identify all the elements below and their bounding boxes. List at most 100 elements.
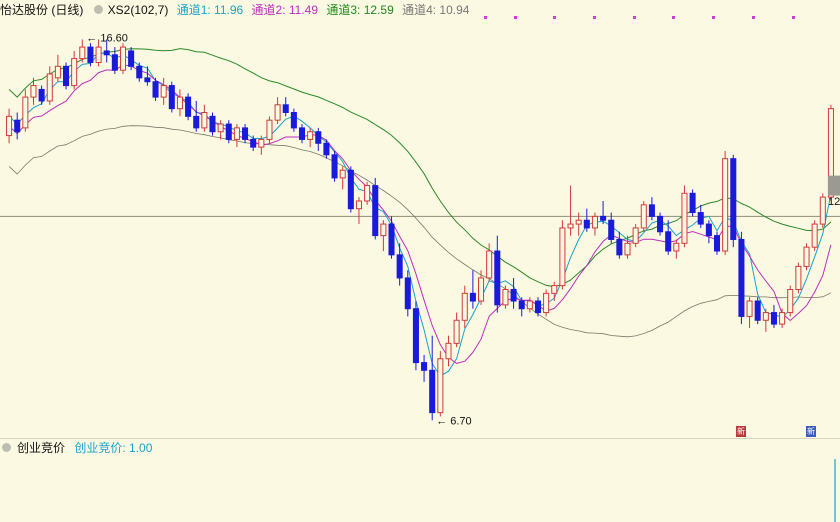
candle-up[interactable] [673, 242, 680, 252]
candle-down[interactable] [770, 312, 777, 325]
candle-down[interactable] [657, 215, 664, 233]
candle-down[interactable] [168, 85, 175, 110]
candle-down[interactable] [421, 362, 428, 371]
candle-up[interactable] [551, 285, 558, 294]
candle-up[interactable] [22, 96, 29, 129]
candle-down[interactable] [144, 77, 151, 83]
candle-up[interactable] [307, 131, 314, 140]
candle-up[interactable] [779, 312, 786, 325]
candle-up[interactable] [71, 58, 78, 87]
candle-down[interactable] [600, 215, 607, 221]
candle-down[interactable] [38, 88, 45, 102]
candle-up[interactable] [266, 119, 273, 140]
candle-down[interactable] [616, 238, 623, 256]
candle-up[interactable] [795, 265, 802, 290]
candle-down[interactable] [738, 238, 745, 317]
candle-down[interactable] [87, 46, 94, 63]
event-marker[interactable] [484, 16, 487, 19]
candle-up[interactable] [437, 358, 444, 414]
candle-up[interactable] [339, 169, 346, 179]
candle-down[interactable] [331, 154, 338, 179]
candle-down[interactable] [193, 115, 200, 129]
candle-down[interactable] [128, 50, 135, 67]
candle-down[interactable] [697, 212, 704, 225]
candle-up[interactable] [274, 104, 281, 121]
candle-down[interactable] [388, 223, 395, 256]
candle-up[interactable] [575, 219, 582, 225]
event-marker[interactable] [593, 16, 596, 19]
candle-up[interactable] [502, 288, 509, 306]
candle-up[interactable] [176, 96, 183, 110]
candle-up[interactable] [722, 158, 729, 252]
candle-up[interactable] [258, 138, 265, 148]
candle-down[interactable] [209, 115, 216, 133]
candle-down[interactable] [347, 169, 354, 210]
candle-down[interactable] [705, 223, 712, 237]
candle-down[interactable] [648, 204, 655, 217]
candle-down[interactable] [250, 138, 257, 148]
candle-up[interactable] [486, 250, 493, 279]
candle-up[interactable] [233, 127, 240, 140]
candle-down[interactable] [185, 96, 192, 117]
candle-up[interactable] [681, 192, 688, 244]
candle-down[interactable] [152, 81, 159, 98]
candle-up[interactable] [526, 300, 533, 310]
candle-down[interactable] [225, 123, 232, 140]
candle-down[interactable] [689, 192, 696, 214]
event-marker[interactable] [514, 16, 517, 19]
settings-circle-icon[interactable] [93, 5, 103, 15]
stock-title[interactable]: 怡达股份 (日线) [0, 3, 83, 17]
candle-down[interactable] [518, 300, 525, 310]
candle-up[interactable] [445, 342, 452, 360]
candle-down[interactable] [412, 308, 419, 364]
candle-down[interactable] [608, 219, 615, 240]
candle-up[interactable] [803, 246, 810, 267]
candle-up[interactable] [380, 223, 387, 237]
candle-up[interactable] [355, 200, 362, 210]
candle-down[interactable] [583, 219, 590, 229]
candle-down[interactable] [665, 231, 672, 252]
candle-up[interactable] [787, 288, 794, 314]
event-marker[interactable] [752, 16, 755, 19]
candle-down[interactable] [290, 111, 297, 129]
candle-up[interactable] [811, 223, 818, 248]
candle-down[interactable] [404, 277, 411, 310]
candle-up[interactable] [819, 196, 826, 225]
candle-down[interactable] [323, 142, 330, 156]
candle-down[interactable] [111, 54, 118, 71]
candle-up[interactable] [79, 46, 86, 60]
candle-up[interactable] [6, 115, 13, 137]
candle-down[interactable] [534, 300, 542, 314]
candle-up[interactable] [478, 277, 485, 302]
candle-down[interactable] [282, 104, 289, 113]
candle-down[interactable] [469, 292, 476, 302]
candle-up[interactable] [640, 204, 647, 229]
sub-indicator-chart[interactable] [0, 457, 840, 522]
candle-up[interactable] [746, 300, 753, 317]
candle-up[interactable] [543, 292, 550, 314]
candle-down[interactable] [242, 127, 249, 140]
candle-up[interactable] [632, 227, 639, 244]
price-chart[interactable]: ← 16.60 ← 6.70 12 [0, 20, 840, 438]
candle-down[interactable] [136, 65, 143, 79]
candle-up[interactable] [30, 85, 37, 98]
candle-up[interactable] [559, 227, 566, 287]
candle-down[interactable] [429, 369, 436, 414]
candle-down[interactable] [315, 131, 322, 144]
indicator-name[interactable]: XS2(102,7) [108, 3, 169, 17]
news-badge[interactable]: 新 [736, 426, 746, 437]
candle-down[interactable] [713, 235, 721, 252]
candle-up[interactable] [762, 312, 769, 321]
candle-down[interactable] [754, 300, 761, 321]
candle-down[interactable] [372, 185, 379, 237]
candle-up[interactable] [591, 215, 598, 229]
candle-down[interactable] [103, 50, 110, 56]
candle-up[interactable] [461, 292, 468, 321]
candle-down[interactable] [510, 288, 517, 302]
candle-up[interactable] [217, 123, 224, 133]
candle-up[interactable] [567, 223, 574, 229]
candle-up[interactable] [364, 185, 371, 202]
candle-up[interactable] [201, 111, 208, 129]
candle-up[interactable] [160, 85, 167, 98]
event-marker[interactable] [672, 16, 675, 19]
